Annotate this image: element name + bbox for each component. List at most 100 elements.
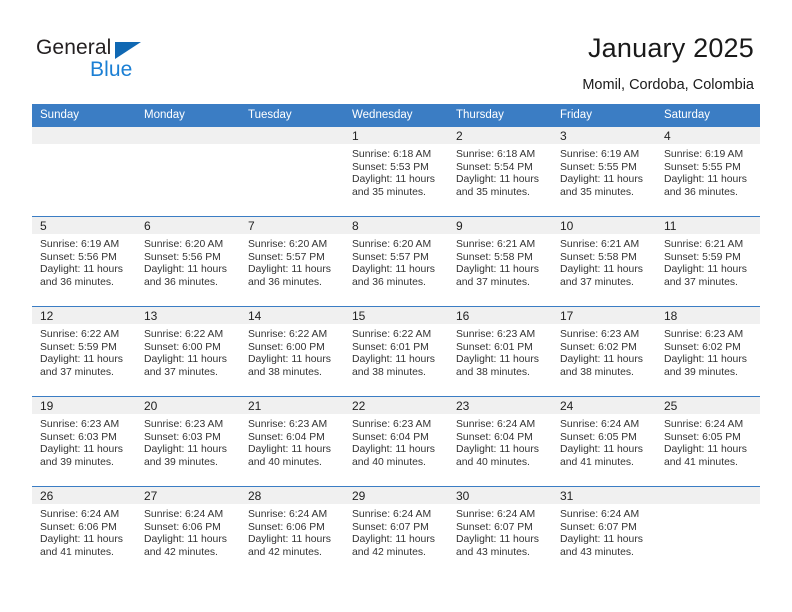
- day-daylight-text: and 37 minutes.: [144, 366, 218, 378]
- calendar-day-cell[interactable]: 7 Sunrise: 6:20 AM Sunset: 5:57 PM Daylight…: [240, 216, 344, 307]
- day-daylight-text: Daylight: 11 hours: [248, 534, 331, 546]
- day-number: 21: [240, 397, 344, 414]
- day-sunrise-text: Sunrise: 6:24 AM: [456, 509, 536, 520]
- day-sunset-text: Sunset: 5:55 PM: [560, 161, 637, 173]
- day-sunset-text: Sunset: 5:54 PM: [456, 161, 533, 173]
- day-sunrise-text: Sunrise: 6:24 AM: [664, 419, 744, 430]
- day-daylight-text: Daylight: 11 hours: [664, 264, 747, 276]
- calendar-day-cell[interactable]: 2 Sunrise: 6:18 AM Sunset: 5:54 PM Daylight…: [448, 126, 552, 217]
- calendar-day-cell[interactable]: 17 Sunrise: 6:23 AM Sunset: 6:02 PM Dayligh…: [552, 306, 656, 397]
- page-header: General Blue January 2025 Momil, Cordoba…: [0, 0, 792, 100]
- general-blue-logo[interactable]: General Blue: [36, 36, 186, 88]
- day-daylight-text: Daylight: 11 hours: [456, 264, 539, 276]
- day-sunset-text: Sunset: 5:57 PM: [248, 251, 325, 263]
- day-number: 10: [552, 217, 656, 234]
- day-details: Sunrise: 6:22 AM Sunset: 5:59 PM Daylight:…: [32, 324, 136, 379]
- day-details: Sunrise: 6:20 AM Sunset: 5:57 PM Daylight:…: [240, 234, 344, 289]
- day-daylight-text: and 36 minutes.: [664, 186, 738, 198]
- day-number: 23: [448, 397, 552, 414]
- day-sunset-text: Sunset: 5:53 PM: [352, 161, 429, 173]
- calendar-day-cell[interactable]: 3 Sunrise: 6:19 AM Sunset: 5:55 PM Daylight…: [552, 126, 656, 217]
- calendar-day-cell[interactable]: 29 Sunrise: 6:24 AM Sunset: 6:07 PM Dayligh…: [344, 486, 448, 577]
- calendar-day-cell[interactable]: 20 Sunrise: 6:23 AM Sunset: 6:03 PM Dayligh…: [136, 396, 240, 487]
- calendar-day-cell[interactable]: 12 Sunrise: 6:22 AM Sunset: 5:59 PM Dayligh…: [32, 306, 136, 397]
- day-daylight-text: and 43 minutes.: [456, 546, 530, 558]
- calendar-day-cell[interactable]: 19 Sunrise: 6:23 AM Sunset: 6:03 PM Dayligh…: [32, 396, 136, 487]
- calendar-day-cell[interactable]: 24 Sunrise: 6:24 AM Sunset: 6:05 PM Dayligh…: [552, 396, 656, 487]
- day-details: Sunrise: 6:19 AM Sunset: 5:56 PM Daylight:…: [32, 234, 136, 289]
- day-sunset-text: Sunset: 6:06 PM: [248, 521, 325, 533]
- weekday-header-saturday: Saturday: [656, 104, 760, 127]
- day-details: Sunrise: 6:24 AM Sunset: 6:07 PM Daylight:…: [552, 504, 656, 559]
- day-daylight-text: and 38 minutes.: [456, 366, 530, 378]
- day-number: 28: [240, 487, 344, 504]
- calendar-day-cell-empty: [136, 126, 240, 217]
- day-daylight-text: Daylight: 11 hours: [248, 264, 331, 276]
- weekday-header-wednesday: Wednesday: [344, 104, 448, 127]
- day-details: Sunrise: 6:24 AM Sunset: 6:07 PM Daylight:…: [448, 504, 552, 559]
- calendar-day-cell[interactable]: 14 Sunrise: 6:22 AM Sunset: 6:00 PM Dayligh…: [240, 306, 344, 397]
- calendar-day-cell[interactable]: 30 Sunrise: 6:24 AM Sunset: 6:07 PM Dayligh…: [448, 486, 552, 577]
- day-number: 16: [448, 307, 552, 324]
- calendar-day-cell[interactable]: 25 Sunrise: 6:24 AM Sunset: 6:05 PM Dayligh…: [656, 396, 760, 487]
- calendar-week-row: 19 Sunrise: 6:23 AM Sunset: 6:03 PM Dayligh…: [32, 396, 760, 487]
- day-sunrise-text: Sunrise: 6:24 AM: [456, 419, 536, 430]
- day-sunset-text: Sunset: 6:02 PM: [664, 341, 741, 353]
- day-daylight-text: Daylight: 11 hours: [352, 354, 435, 366]
- calendar-day-cell[interactable]: 27 Sunrise: 6:24 AM Sunset: 6:06 PM Dayligh…: [136, 486, 240, 577]
- weekday-header-tuesday: Tuesday: [240, 104, 344, 127]
- day-sunset-text: Sunset: 6:06 PM: [144, 521, 221, 533]
- day-number: 26: [32, 487, 136, 504]
- calendar-day-cell[interactable]: 11 Sunrise: 6:21 AM Sunset: 5:59 PM Dayligh…: [656, 216, 760, 307]
- day-sunset-text: Sunset: 5:59 PM: [664, 251, 741, 263]
- day-details: Sunrise: 6:18 AM Sunset: 5:53 PM Daylight:…: [344, 144, 448, 199]
- calendar-day-cell[interactable]: 13 Sunrise: 6:22 AM Sunset: 6:00 PM Dayligh…: [136, 306, 240, 397]
- calendar-day-cell[interactable]: 8 Sunrise: 6:20 AM Sunset: 5:57 PM Daylight…: [344, 216, 448, 307]
- day-sunrise-text: Sunrise: 6:21 AM: [664, 239, 744, 250]
- day-daylight-text: Daylight: 11 hours: [456, 174, 539, 186]
- day-number: 19: [32, 397, 136, 414]
- calendar-day-cell[interactable]: 31 Sunrise: 6:24 AM Sunset: 6:07 PM Dayligh…: [552, 486, 656, 577]
- day-sunrise-text: Sunrise: 6:24 AM: [560, 419, 640, 430]
- calendar-day-cell[interactable]: 23 Sunrise: 6:24 AM Sunset: 6:04 PM Dayligh…: [448, 396, 552, 487]
- day-daylight-text: and 43 minutes.: [560, 546, 634, 558]
- calendar-header-row: Sunday Monday Tuesday Wednesday Thursday Frid…: [32, 104, 760, 127]
- calendar-day-cell[interactable]: 21 Sunrise: 6:23 AM Sunset: 6:04 PM Dayligh…: [240, 396, 344, 487]
- day-daylight-text: and 38 minutes.: [560, 366, 634, 378]
- day-sunset-text: Sunset: 6:02 PM: [560, 341, 637, 353]
- day-daylight-text: and 35 minutes.: [560, 186, 634, 198]
- calendar-day-cell[interactable]: 10 Sunrise: 6:21 AM Sunset: 5:58 PM Dayligh…: [552, 216, 656, 307]
- calendar-day-cell[interactable]: 28 Sunrise: 6:24 AM Sunset: 6:06 PM Dayligh…: [240, 486, 344, 577]
- day-daylight-text: Daylight: 11 hours: [352, 534, 435, 546]
- day-details: Sunrise: 6:20 AM Sunset: 5:56 PM Daylight:…: [136, 234, 240, 289]
- day-sunset-text: Sunset: 6:07 PM: [456, 521, 533, 533]
- day-number: 6: [136, 217, 240, 234]
- calendar-day-cell[interactable]: 15 Sunrise: 6:22 AM Sunset: 6:01 PM Dayligh…: [344, 306, 448, 397]
- calendar-day-cell[interactable]: 4 Sunrise: 6:19 AM Sunset: 5:55 PM Daylight…: [656, 126, 760, 217]
- calendar-day-cell[interactable]: 22 Sunrise: 6:23 AM Sunset: 6:04 PM Dayligh…: [344, 396, 448, 487]
- day-number: 3: [552, 127, 656, 144]
- calendar-day-cell[interactable]: 26 Sunrise: 6:24 AM Sunset: 6:06 PM Dayligh…: [32, 486, 136, 577]
- day-number: 18: [656, 307, 760, 324]
- day-number: 14: [240, 307, 344, 324]
- calendar-day-cell[interactable]: 16 Sunrise: 6:23 AM Sunset: 6:01 PM Dayligh…: [448, 306, 552, 397]
- day-daylight-text: and 38 minutes.: [352, 366, 426, 378]
- day-daylight-text: Daylight: 11 hours: [352, 174, 435, 186]
- day-details: Sunrise: 6:24 AM Sunset: 6:05 PM Daylight:…: [552, 414, 656, 469]
- calendar-week-row: 1 Sunrise: 6:18 AM Sunset: 5:53 PM Daylight…: [32, 126, 760, 217]
- day-daylight-text: and 41 minutes.: [560, 456, 634, 468]
- calendar-day-cell[interactable]: 18 Sunrise: 6:23 AM Sunset: 6:02 PM Dayligh…: [656, 306, 760, 397]
- calendar-day-cell[interactable]: 9 Sunrise: 6:21 AM Sunset: 5:58 PM Daylight…: [448, 216, 552, 307]
- calendar-day-cell[interactable]: 6 Sunrise: 6:20 AM Sunset: 5:56 PM Daylight…: [136, 216, 240, 307]
- day-number: 27: [136, 487, 240, 504]
- day-daylight-text: and 36 minutes.: [352, 276, 426, 288]
- day-number: 1: [344, 127, 448, 144]
- day-sunrise-text: Sunrise: 6:24 AM: [248, 509, 328, 520]
- day-sunset-text: Sunset: 6:04 PM: [352, 431, 429, 443]
- calendar-day-cell[interactable]: 1 Sunrise: 6:18 AM Sunset: 5:53 PM Daylight…: [344, 126, 448, 217]
- day-daylight-text: Daylight: 11 hours: [40, 444, 123, 456]
- day-sunrise-text: Sunrise: 6:22 AM: [248, 329, 328, 340]
- day-sunrise-text: Sunrise: 6:18 AM: [352, 149, 432, 160]
- calendar-week-row: 12 Sunrise: 6:22 AM Sunset: 5:59 PM Dayligh…: [32, 306, 760, 397]
- calendar-day-cell[interactable]: 5 Sunrise: 6:19 AM Sunset: 5:56 PM Daylight…: [32, 216, 136, 307]
